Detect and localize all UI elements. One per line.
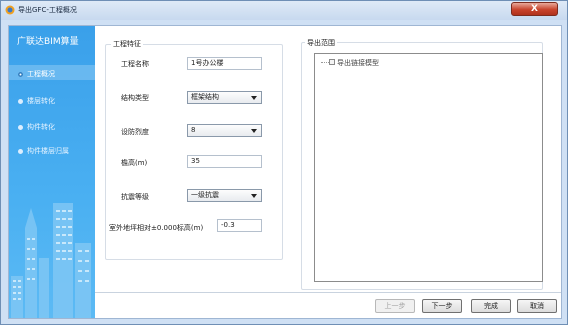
project-name-label: 工程名称	[121, 60, 149, 68]
export-scope-group: 导出范围 导出链接模型	[301, 36, 543, 290]
step-radio-icon	[18, 71, 23, 77]
step-radio-icon	[18, 124, 23, 130]
step-radio-icon	[18, 148, 23, 154]
structure-type-select[interactable]: 框架结构	[187, 91, 262, 104]
next-button[interactable]: 下一步	[422, 299, 462, 313]
app-icon	[5, 5, 15, 15]
finish-button[interactable]: 完成	[471, 299, 511, 313]
dialog-body: 广联达BIM算量 工程概况 楼层转化 构件转化 构件楼层归属 工程特征 工程名称…	[8, 25, 562, 319]
chevron-down-icon	[251, 129, 257, 133]
eave-height-input[interactable]: 35	[187, 155, 262, 168]
fortification-intensity-value: 8	[191, 126, 196, 134]
city-skyline-illustration	[11, 203, 91, 318]
eave-height-label: 檐高(m)	[121, 159, 148, 167]
seismic-grade-label: 抗震等级	[121, 193, 149, 201]
window-title: 导出GFC-工程概况	[18, 6, 77, 14]
chevron-down-icon	[251, 96, 257, 100]
seismic-grade-select[interactable]: 一级抗震	[187, 189, 262, 202]
footer-divider	[95, 292, 561, 293]
title-bar[interactable]: 导出GFC-工程概况 X	[1, 1, 567, 20]
dialog-window: 导出GFC-工程概况 X 广联达BIM算量 工程概况 楼层转化 构件转化 构件楼…	[0, 0, 568, 325]
step-label: 楼层转化	[27, 97, 55, 105]
tree-connector-line	[321, 62, 329, 63]
project-features-title: 工程特征	[111, 39, 143, 49]
tree-item-checkbox[interactable]	[329, 59, 335, 65]
step-project-overview[interactable]: 工程概况	[18, 69, 55, 79]
cancel-button[interactable]: 取消	[517, 299, 557, 313]
step-radio-icon	[18, 98, 23, 104]
structure-type-label: 结构类型	[121, 94, 149, 102]
step-label: 构件转化	[27, 123, 55, 131]
export-scope-tree[interactable]: 导出链接模型	[314, 53, 543, 282]
step-label: 构件楼层归属	[27, 147, 69, 155]
seismic-grade-value: 一级抗震	[191, 191, 219, 199]
chevron-down-icon	[251, 194, 257, 198]
outdoor-elevation-input[interactable]: -0.3	[217, 219, 262, 232]
step-component-floor-assignment[interactable]: 构件楼层归属	[18, 146, 69, 156]
outdoor-elevation-label: 室外地坪相对±0.000标高(m)	[109, 224, 204, 232]
tree-item-label: 导出链接模型	[337, 59, 379, 67]
wizard-sidebar: 广联达BIM算量 工程概况 楼层转化 构件转化 构件楼层归属	[9, 26, 95, 318]
previous-button[interactable]: 上一步	[375, 299, 415, 313]
step-floor-conversion[interactable]: 楼层转化	[18, 96, 55, 106]
sidebar-title: 广联达BIM算量	[17, 37, 79, 47]
step-label: 工程概况	[27, 70, 55, 78]
fortification-intensity-label: 设防烈度	[121, 128, 149, 136]
export-scope-title: 导出范围	[305, 38, 337, 48]
close-button[interactable]: X	[511, 2, 558, 16]
fortification-intensity-select[interactable]: 8	[187, 124, 262, 137]
wizard-main-area: 工程特征 工程名称 1号办公楼 结构类型 框架结构 设防烈度 8 檐高(m) 3…	[95, 26, 561, 318]
step-component-conversion[interactable]: 构件转化	[18, 122, 55, 132]
structure-type-value: 框架结构	[191, 93, 219, 101]
project-name-input[interactable]: 1号办公楼	[187, 57, 262, 70]
